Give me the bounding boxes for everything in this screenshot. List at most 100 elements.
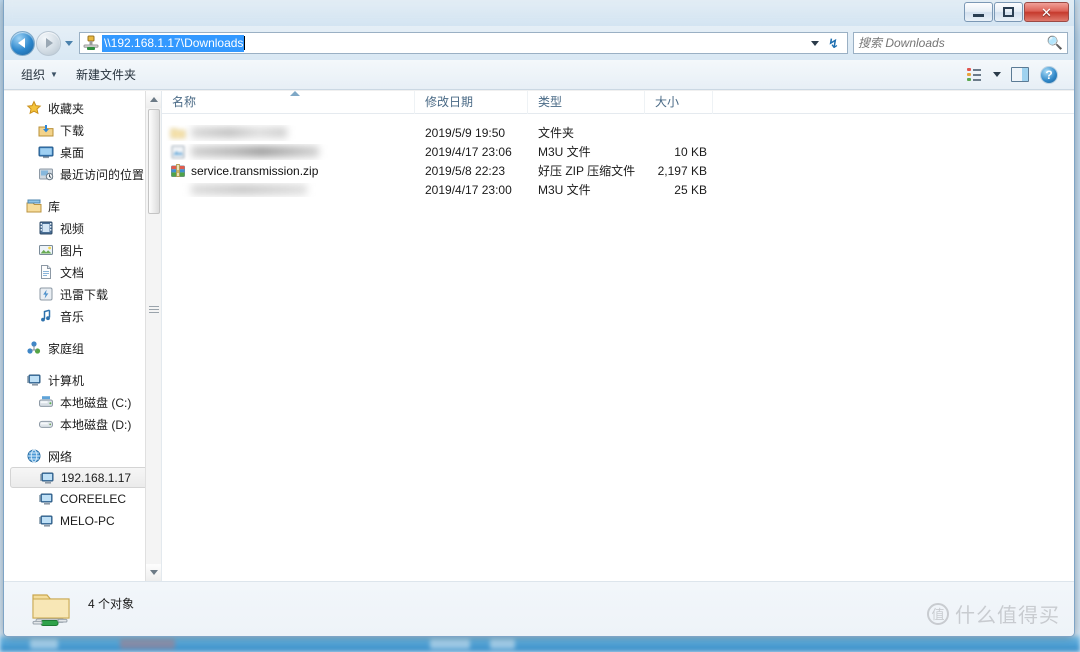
computer-icon [27, 374, 41, 386]
sidebar-item-label: 本地磁盘 (D:) [60, 417, 132, 432]
navigation-pane: 收藏夹 下载 桌面 最近访问的位置 库 视频 图片 文档 迅雷下载 音乐 家庭组… [4, 91, 162, 581]
watermark: 值 什么值得买 [927, 599, 1060, 628]
tree-group-homegroup: 家庭组 [4, 337, 161, 359]
table-row[interactable]: 2019/4/17 23:06 M3U 文件 10 KB [162, 142, 1074, 161]
close-button[interactable]: ✕ [1024, 2, 1069, 22]
new-folder-button[interactable]: 新建文件夹 [67, 62, 145, 87]
change-view-button[interactable] [961, 64, 987, 86]
organize-button[interactable]: 组织 ▼ [12, 62, 67, 87]
view-dropdown-button[interactable] [990, 64, 1004, 86]
sidebar-item-label: 迅雷下载 [60, 287, 109, 302]
search-box[interactable]: 🔍 [853, 32, 1068, 54]
explorer-body: 收藏夹 下载 桌面 最近访问的位置 库 视频 图片 文档 迅雷下载 音乐 家庭组… [4, 90, 1074, 581]
sidebar-item-label: 图片 [60, 243, 85, 258]
sidebar-item-homegroup[interactable]: 家庭组 [4, 337, 161, 359]
column-header-name[interactable]: 名称 [162, 90, 415, 114]
column-header-type[interactable]: 类型 [528, 90, 645, 114]
file-date-cell: 2019/5/9 19:50 [425, 125, 506, 140]
sidebar-item-local-disk-c[interactable]: 本地磁盘 (C:) [4, 391, 161, 413]
file-list-pane[interactable]: 名称 修改日期 类型 大小 2019/5/9 19:50 文件夹 2019/4/… [162, 90, 1074, 581]
system-drive-icon [39, 396, 53, 407]
file-type-cell: M3U 文件 [538, 145, 591, 159]
sidebar-item-favorites[interactable]: 收藏夹 [4, 97, 161, 119]
sidebar-item-pictures[interactable]: 图片 [4, 239, 161, 261]
file-type-cell: M3U 文件 [538, 183, 591, 197]
table-row[interactable]: 2019/4/17 23:00 M3U 文件 25 KB [162, 180, 1074, 199]
scroll-up-button[interactable] [146, 91, 161, 108]
sidebar-item-music[interactable]: 音乐 [4, 305, 161, 327]
command-toolbar: 组织 ▼ 新建文件夹 ? [4, 60, 1074, 90]
network-folder-icon [32, 594, 70, 626]
forward-button[interactable] [36, 30, 61, 56]
refresh-button[interactable]: ↯ [824, 34, 843, 53]
m3u-file-icon [171, 145, 185, 158]
scrollbar-thumb[interactable] [148, 109, 160, 214]
chevron-down-icon [993, 72, 1001, 77]
sidebar-item-documents[interactable]: 文档 [4, 261, 161, 283]
toolbar-right-group: ? [961, 64, 1066, 86]
preview-pane-icon [1011, 67, 1029, 82]
file-name-cell[interactable] [162, 183, 415, 197]
maximize-restore-button[interactable] [994, 2, 1023, 22]
maximize-icon [1003, 7, 1014, 17]
sidebar-item-recent-places[interactable]: 最近访问的位置 [4, 163, 161, 185]
navigation-pane-scrollbar[interactable] [145, 91, 161, 581]
sidebar-item-local-disk-d[interactable]: 本地磁盘 (D:) [4, 413, 161, 435]
file-name-cell[interactable] [162, 144, 415, 160]
file-name-cell[interactable]: service.transmission.zip [162, 163, 415, 179]
sidebar-item-coreelec[interactable]: COREELEC [4, 488, 161, 510]
network-icon [27, 449, 41, 463]
downloads-icon [38, 125, 54, 137]
sidebar-item-label: 库 [48, 199, 61, 214]
file-name-cell[interactable] [162, 125, 415, 141]
search-icon[interactable]: 🔍 [1047, 35, 1063, 51]
recent-pages-dropdown[interactable] [61, 32, 77, 54]
text-cursor [244, 36, 246, 50]
sidebar-item-desktop[interactable]: 桌面 [4, 141, 161, 163]
file-size-cell: 2,197 KB [657, 163, 707, 178]
navigation-bar: \\192.168.1.17\Downloads ↯ 🔍 [4, 26, 1074, 60]
table-row[interactable]: 2019/5/9 19:50 文件夹 [162, 123, 1074, 142]
column-headers: 名称 修改日期 类型 大小 [162, 90, 1074, 114]
help-button[interactable]: ? [1036, 64, 1062, 86]
sidebar-item-computer[interactable]: 计算机 [4, 369, 161, 391]
sidebar-item-videos[interactable]: 视频 [4, 217, 161, 239]
column-header-filler [713, 91, 1074, 114]
address-text[interactable]: \\192.168.1.17\Downloads [102, 34, 245, 52]
taskbar[interactable] [0, 636, 1080, 652]
column-header-size[interactable]: 大小 [645, 90, 713, 114]
new-folder-label: 新建文件夹 [75, 68, 136, 82]
preview-pane-button[interactable] [1007, 64, 1033, 86]
sidebar-item-label: 家庭组 [48, 341, 85, 356]
drive-icon [39, 420, 53, 428]
sidebar-item-network[interactable]: 网络 [4, 445, 161, 467]
address-bar[interactable]: \\192.168.1.17\Downloads ↯ [79, 32, 848, 54]
m3u-file-icon [170, 183, 186, 197]
table-row[interactable]: service.transmission.zip 2019/5/8 22:23 … [162, 161, 1074, 180]
minimize-icon [973, 13, 984, 17]
sidebar-item-thunder-download[interactable]: 迅雷下载 [4, 283, 161, 305]
column-header-date[interactable]: 修改日期 [415, 90, 528, 114]
sidebar-item-melo-pc[interactable]: MELO-PC [4, 510, 161, 532]
scroll-down-button[interactable] [146, 564, 161, 581]
redacted-file-name [191, 184, 307, 195]
sidebar-item-label: 桌面 [60, 145, 85, 160]
recent-places-icon [39, 168, 54, 181]
tree-group-network: 网络 192.168.1.17 COREELEC MELO-PC [4, 445, 161, 532]
zip-archive-icon [171, 163, 185, 177]
back-button[interactable] [10, 30, 35, 56]
address-dropdown-button[interactable] [807, 33, 823, 53]
file-name-label: service.transmission.zip [191, 163, 319, 178]
sidebar-item-downloads[interactable]: 下载 [4, 119, 161, 141]
sidebar-item-libraries[interactable]: 库 [4, 195, 161, 217]
chevron-down-icon [811, 40, 819, 46]
file-date-cell: 2019/4/17 23:06 [425, 144, 512, 159]
file-type-cell: 文件夹 [538, 126, 575, 140]
sidebar-item-192-168-1-17[interactable]: 192.168.1.17 [10, 467, 155, 488]
file-explorer-window: ✕ \\192.168.1.17\Downloads ↯ 搜索 Download… [3, 0, 1075, 637]
arrow-right-icon [46, 38, 53, 48]
file-type-cell: 好压 ZIP 压缩文件 [538, 164, 636, 178]
title-bar[interactable] [4, 0, 1074, 26]
minimize-button[interactable] [964, 2, 993, 22]
search-input[interactable] [858, 36, 1047, 50]
